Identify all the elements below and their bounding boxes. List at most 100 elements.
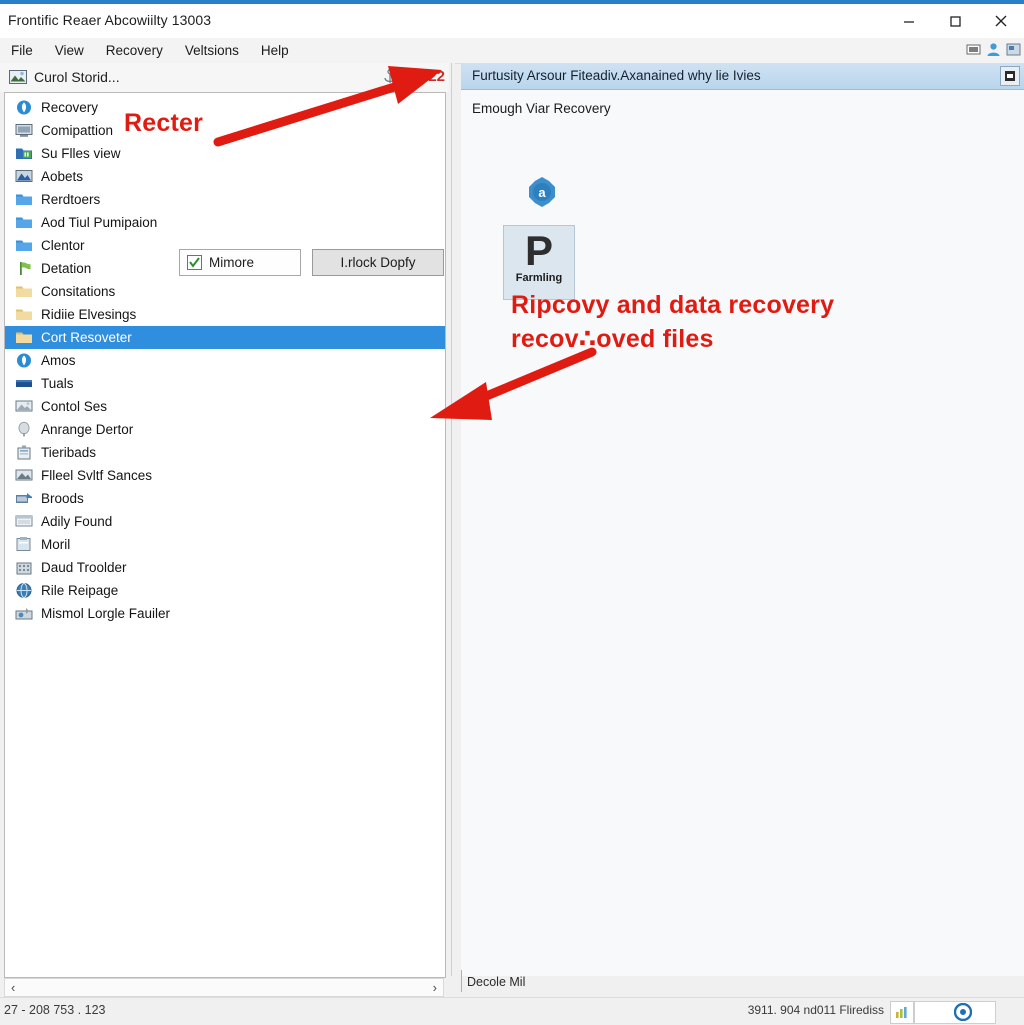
menu-item-file[interactable]: File [0,38,44,63]
tree-item[interactable]: Rerdtoers [5,188,445,211]
user-icon[interactable] [985,41,1002,58]
tree-item-label: Tuals [41,376,74,391]
tree-item-label: Clentor [41,238,85,253]
toolbar-right-group: Fluy 22 [383,68,445,85]
clipboard-icon [16,537,31,551]
menu-item-recovery[interactable]: Recovery [95,38,174,63]
bar-blue-icon [16,380,32,387]
panel-divider[interactable] [449,63,455,976]
folder-yellow-icon [16,309,32,320]
tree-item-label: Aod Tiul Pumipaion [41,215,158,230]
tree-item[interactable]: Adily Found [5,510,445,533]
tree-horizontal-scrollbar[interactable]: ‹ › [4,978,444,997]
building-icon [16,562,32,575]
status-bar: 27 - 208 753 . 123 3911. 904 nd011 Flire… [0,997,1024,1025]
tree-item[interactable]: Rile Reipage [5,579,445,602]
tree-item-label: Cort Resoveter [41,330,132,345]
tree-item[interactable]: Contol Ses [5,395,445,418]
right-panel-header: Furtusity Arsour Fiteadiv.Axanained why … [461,63,1024,90]
scroll-right-arrow[interactable]: › [427,979,443,996]
tree-item-label: Tieribads [41,445,97,460]
tree-item-label: Anrange Dertor [41,422,134,437]
target-icon[interactable] [954,1003,972,1021]
circle-blue-icon [17,353,31,368]
folder-blue-icon [16,240,32,251]
unlock-button-label: I.rlock Dopfy [340,255,416,270]
tree-item[interactable]: Amos [5,349,445,372]
tree-panel[interactable]: Recovery Comipattion Su Flles view Aobets Re… [4,92,446,978]
tree-item-label: Amos [41,353,76,368]
chart-icon[interactable] [890,1001,914,1024]
tree-item[interactable]: Cort Resoveter [5,326,445,349]
tree-item[interactable]: Mismol Lorgle Fauiler [5,602,445,625]
tree-item-label: Comipattion [41,123,114,138]
tree-item-label: Detation [41,261,92,276]
tree-item[interactable]: Consitations [5,280,445,303]
tree-item[interactable]: Aobets [5,165,445,188]
annotation-callout-line1: Ripcovy and data recovery [511,291,835,319]
right-panel-subtitle: Emough Viar Recovery [472,101,611,116]
menu-item-view[interactable]: View [44,38,95,63]
window-grey-icon [15,515,33,527]
svg-text:a: a [538,185,546,200]
window-title: Frontific Reaer Abcowiilty 13003 [8,12,212,28]
tree-item-label: Broods [41,491,84,506]
tree-item-label: Moril [41,537,71,552]
application-window: Frontific Reaer Abcowiilty 13003 File Vi… [0,0,1024,1025]
mountain-icon [15,170,33,182]
unlock-button[interactable]: I.rlock Dopfy [312,249,444,276]
title-bar: Frontific Reaer Abcowiilty 13003 [0,4,1024,39]
device-icon [17,445,31,460]
tree-item[interactable]: Recovery [5,96,445,119]
mirror-button[interactable]: Mimore [179,249,301,276]
tree-list: Recovery Comipattion Su Flles view Aobets Re… [5,96,445,625]
right-panel-body: Emough Viar Recovery a P Farmling Decole… [461,90,1024,992]
tree-item[interactable]: Tuals [5,372,445,395]
tree-item[interactable]: Ridiie Elvesings [5,303,445,326]
folder-blue-icon [16,217,32,228]
tree-item-label: Contol Ses [41,399,108,414]
dialog-icon[interactable] [1000,66,1020,86]
checkbox-green-icon [187,255,202,270]
tree-item[interactable]: Daud Troolder [5,556,445,579]
tree-item[interactable]: Tieribads [5,441,445,464]
menu-item-help[interactable]: Help [250,38,300,63]
folder-yellow-icon [16,332,32,343]
window-controls [886,4,1024,38]
tree-item[interactable]: Comipattion [5,119,445,142]
globe-icon [16,583,32,598]
minimize-button[interactable] [886,4,932,38]
right-panel: Furtusity Arsour Fiteadiv.Axanained why … [461,63,1024,992]
tree-item-label: Rile Reipage [41,583,119,598]
tree-item-label: Su Flles view [41,146,121,161]
footer-divider [461,970,462,992]
status-right-text: 3911. 904 nd011 Flirediss [747,1003,884,1017]
maximize-button[interactable] [932,4,978,38]
tree-item[interactable]: Aod Tiul Pumipaion [5,211,445,234]
tree-item[interactable]: Flleel Svltf Sances [5,464,445,487]
app-icon[interactable] [1005,41,1022,58]
badge-a-icon: a [529,177,555,207]
tree-item[interactable]: Su Flles view [5,142,445,165]
tile-glyph: P [524,227,553,274]
tree-item-label: Ridiie Elvesings [41,307,137,322]
tile-caption: Farmling [515,272,563,284]
toolbar-right-count: 22 [428,68,445,85]
scroll-left-arrow[interactable]: ‹ [5,979,21,996]
window-icon[interactable] [965,41,982,58]
close-button[interactable] [978,4,1024,38]
image-icon [9,70,27,84]
toolbar-right-label: Fluy [400,69,425,84]
toolbar-label: Curol Storid... [34,69,120,85]
annotation-callout-line2: recov∴oved files [511,325,714,353]
tree-item-label: Daud Troolder [41,560,127,575]
tree-item-label: Rerdtoers [41,192,101,207]
tree-item[interactable]: Broods [5,487,445,510]
right-panel-header-title: Furtusity Arsour Fiteadiv.Axanained why … [472,68,761,83]
folder-yellow-icon [16,286,32,297]
mirror-button-label: Mimore [209,255,255,270]
tree-item-label: Consitations [41,284,116,299]
tree-item[interactable]: Moril [5,533,445,556]
menu-item-versions[interactable]: Veltsions [174,38,250,63]
tree-item[interactable]: Anrange Dertor [5,418,445,441]
